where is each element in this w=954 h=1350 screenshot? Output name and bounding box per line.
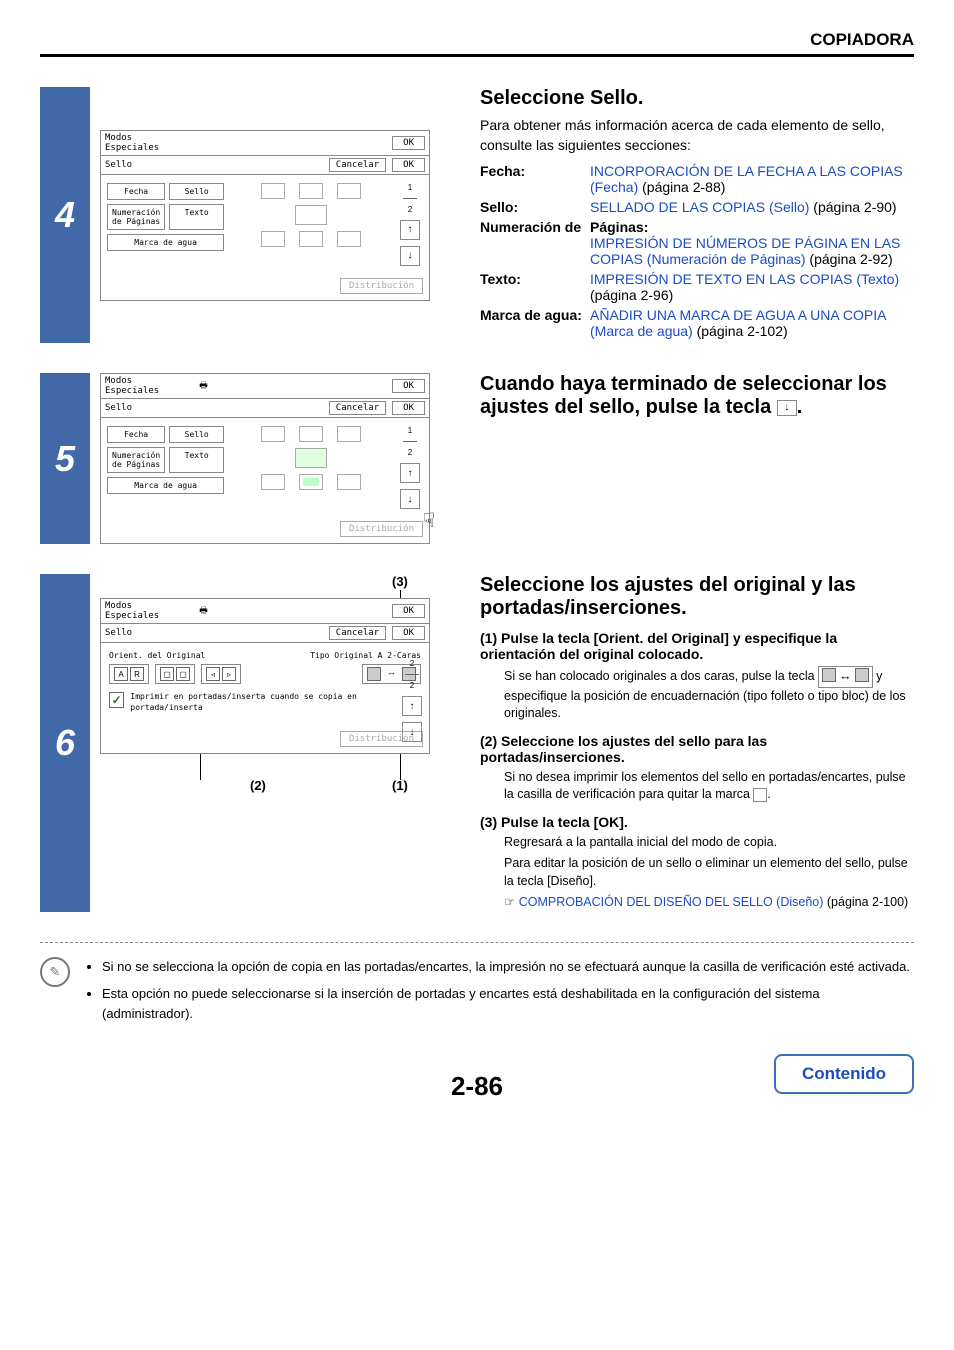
cancel-button[interactable]: Cancelar: [329, 626, 386, 640]
fecha-button[interactable]: Fecha: [107, 426, 165, 443]
pager-top: 1: [408, 183, 412, 192]
up-arrow-button[interactable]: ↑: [400, 220, 420, 240]
step-6: 6 (3) Modos Especiales 🖶 OK Sello Cancel…: [40, 574, 914, 912]
link-diseno[interactable]: COMPROBACIÓN DEL DISEÑO DEL SELLO (Diseñ…: [519, 895, 824, 909]
ok-button[interactable]: OK: [392, 136, 425, 150]
sub-title: Sello: [105, 628, 132, 638]
orient-label: Orient. del Original: [109, 651, 205, 660]
ui-title: Modos Especiales: [105, 376, 159, 396]
down-arrow-button[interactable]: ↓: [400, 489, 420, 509]
ok-button[interactable]: OK: [392, 379, 425, 393]
substep3-link: ☞ COMPROBACIÓN DEL DISEÑO DEL SELLO (Dis…: [504, 894, 914, 912]
sub-title: Sello: [105, 403, 132, 413]
link-sello[interactable]: SELLADO DE LAS COPIAS (Sello): [590, 199, 809, 215]
callout-1: (1): [392, 778, 408, 793]
callout-2: (2): [250, 778, 266, 793]
pager-top: 1: [408, 426, 412, 435]
contenido-button[interactable]: Contenido: [774, 1054, 914, 1094]
up-arrow-button[interactable]: ↑: [400, 463, 420, 483]
step5-number: 5: [55, 438, 75, 480]
texto-button[interactable]: Texto: [169, 204, 224, 230]
book-icon: [367, 667, 381, 681]
book-icon: [822, 668, 836, 682]
layout-preview: [232, 426, 389, 509]
note-2: Esta opción no puede seleccionarse si la…: [102, 984, 914, 1023]
numeracion-button[interactable]: Numeración de Páginas: [107, 204, 165, 230]
step4-number: 4: [55, 194, 75, 236]
printer-icon: 🖶: [199, 378, 208, 394]
step6-ui-panel: Modos Especiales 🖶 OK Sello Cancelar OK: [100, 598, 430, 754]
page-header: COPIADORA: [40, 30, 914, 57]
down-key-icon: ↓: [777, 400, 797, 416]
marca-button[interactable]: Marca de agua: [107, 234, 224, 251]
substep1-heading: (1) Pulse la tecla [Orient. del Original…: [480, 630, 914, 662]
ok-button[interactable]: OK: [392, 604, 425, 618]
orient-option-3[interactable]: ◃▹: [201, 664, 241, 684]
down-arrow-button[interactable]: ↓: [400, 246, 420, 266]
def-num-term: Numeración de: [480, 219, 590, 235]
def-marca-term: Marca de agua:: [480, 307, 590, 339]
step5-ui-panel: Modos Especiales 🖶 OK Sello Cancelar OK …: [100, 373, 430, 544]
link-fecha[interactable]: INCORPORACIÓN DE LA FECHA A LAS COPIAS (…: [590, 163, 903, 195]
step6-bar: 6: [40, 574, 90, 912]
covers-checkbox[interactable]: ✓: [109, 692, 124, 708]
step4-intro: Para obtener más información acerca de c…: [480, 116, 914, 155]
page-icon: [855, 668, 869, 682]
def-fecha-term: Fecha:: [480, 163, 590, 195]
pager-bottom: 2: [410, 681, 414, 690]
distribucion-button[interactable]: Distribución: [340, 278, 423, 294]
link-texto[interactable]: IMPRESIÓN DE TEXTO EN LAS COPIAS (Texto): [590, 271, 899, 287]
ok-button-2[interactable]: OK: [392, 158, 425, 172]
cancel-button[interactable]: Cancelar: [329, 158, 386, 172]
step-4: 4 Modos Especiales OK Sello Cancelar OK …: [40, 87, 914, 343]
step5-heading: Cuando haya terminado de seleccionar los…: [480, 373, 914, 419]
orient-option-1[interactable]: AR: [109, 664, 149, 684]
pager-bottom: 2: [408, 205, 412, 214]
substep1-text: Si se han colocado originales a dos cara…: [504, 666, 914, 723]
sello-button[interactable]: Sello: [169, 426, 224, 443]
substep2-text: Si no desea imprimir los elementos del s…: [504, 769, 914, 804]
sello-button[interactable]: Sello: [169, 183, 224, 200]
callout-3: (3): [392, 574, 408, 589]
divider: [40, 942, 914, 943]
pager-top: 2: [410, 659, 414, 668]
cancel-button[interactable]: Cancelar: [329, 401, 386, 415]
step5-bar: 5: [40, 373, 90, 544]
fecha-button[interactable]: Fecha: [107, 183, 165, 200]
marca-button[interactable]: Marca de agua: [107, 477, 224, 494]
pager-bottom: 2: [408, 448, 412, 457]
ok-button-2[interactable]: OK: [392, 401, 425, 415]
printer-icon: 🖶: [199, 603, 208, 619]
step6-heading: Seleccione los ajustes del original y la…: [480, 574, 914, 620]
covers-checkbox-label: Imprimir en portadas/inserta cuando se c…: [130, 692, 421, 713]
step4-ui-panel: Modos Especiales OK Sello Cancelar OK Fe…: [100, 130, 430, 301]
down-arrow-button[interactable]: ↓: [402, 722, 422, 742]
orient-option-2[interactable]: ▢▢: [155, 664, 195, 684]
layout-preview: [232, 183, 389, 266]
distribucion-button[interactable]: Distribución: [340, 521, 423, 537]
step6-number: 6: [55, 722, 75, 764]
substep3-text1: Regresará a la pantalla inicial del modo…: [504, 834, 914, 852]
step-5: 5 Modos Especiales 🖶 OK Sello Cancelar O…: [40, 373, 914, 544]
step4-heading: Seleccione Sello.: [480, 87, 914, 110]
note-icon: ✎: [40, 957, 70, 987]
note-1: Si no se selecciona la opción de copia e…: [102, 957, 914, 977]
step4-definitions: Fecha: INCORPORACIÓN DE LA FECHA A LAS C…: [480, 163, 914, 339]
empty-checkbox-icon: [753, 788, 767, 802]
step4-bar: 4: [40, 87, 90, 343]
sub-title: Sello: [105, 160, 132, 170]
substep2-heading: (2) Seleccione los ajustes del sello par…: [480, 733, 914, 765]
texto-button[interactable]: Texto: [169, 447, 224, 473]
substep3-text2: Para editar la posición de un sello o el…: [504, 855, 914, 890]
up-arrow-button[interactable]: ↑: [402, 696, 422, 716]
substep3-heading: (3) Pulse la tecla [OK].: [480, 814, 914, 830]
numeracion-button[interactable]: Numeración de Páginas: [107, 447, 165, 473]
ui-title: Modos Especiales: [105, 601, 159, 621]
pointer-hand-icon: ☟: [423, 508, 435, 533]
notes-section: ✎ Si no se selecciona la opción de copia…: [40, 957, 914, 1032]
ok-button-2[interactable]: OK: [392, 626, 425, 640]
ui-title: Modos Especiales: [105, 133, 159, 153]
def-sello-term: Sello:: [480, 199, 590, 215]
def-texto-term: Texto:: [480, 271, 590, 303]
